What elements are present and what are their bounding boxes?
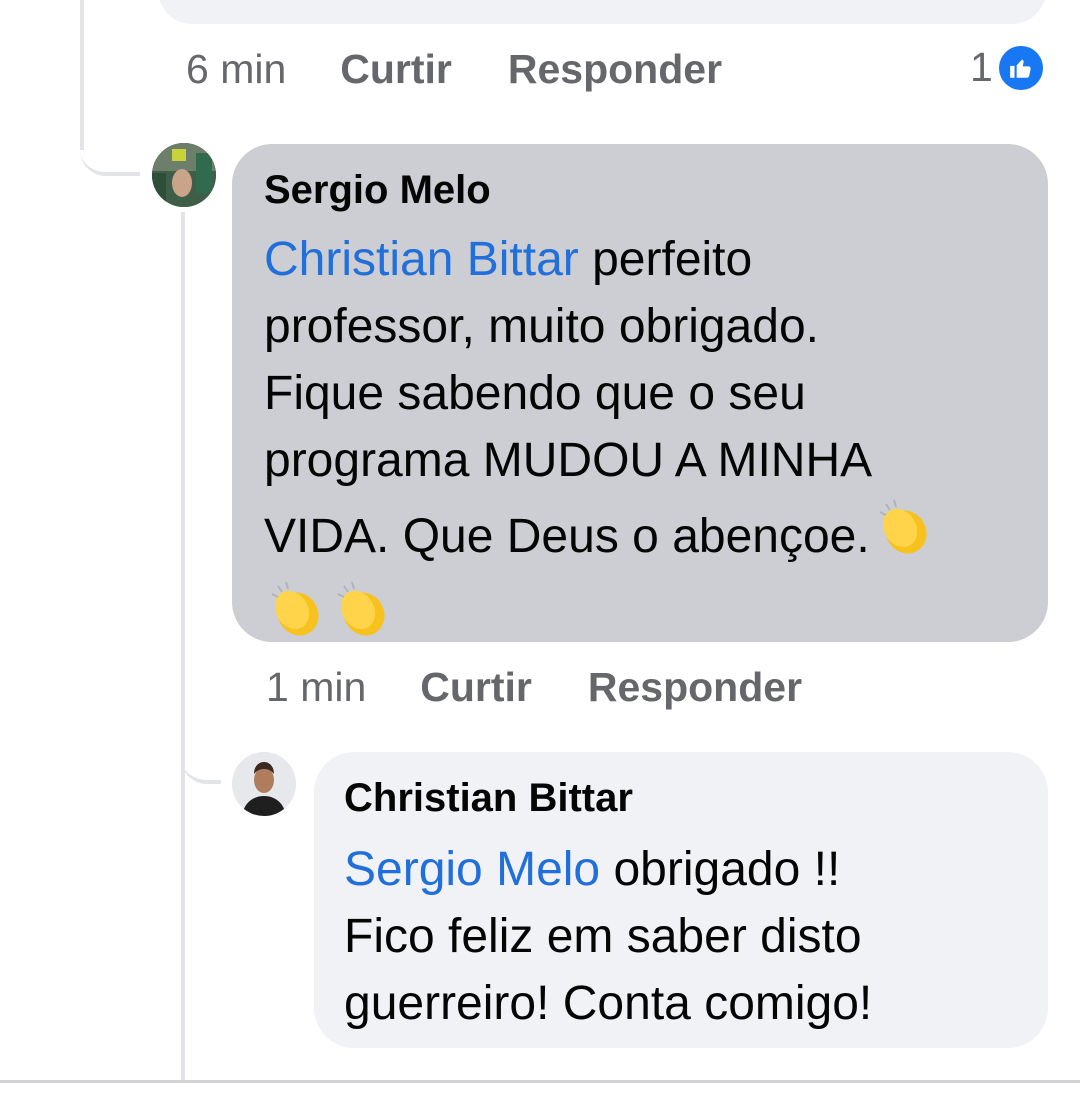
previous-comment-bubble [158,0,1046,24]
avatar-sergio-melo[interactable] [152,143,216,207]
previous-comment-actions: 6 min Curtir Responder [186,46,722,93]
thumbs-up-icon [998,45,1043,90]
like-button[interactable]: Curtir [340,46,452,93]
like-button[interactable]: Curtir [420,664,532,711]
comment-actions-sergio-melo: 1 min Curtir Responder [266,664,802,711]
comment-author[interactable]: Sergio Melo [264,168,491,213]
comment-text: Christian Bittar perfeito professor, mui… [264,226,1034,643]
reply-button[interactable]: Responder [508,46,722,93]
reaction-summary[interactable]: 1 [970,44,1043,91]
clapping-hands-icon [330,576,394,658]
avatar-christian-bittar[interactable] [232,752,296,816]
comment-time: 6 min [186,46,287,92]
mention-link[interactable]: Christian Bittar [264,233,579,286]
thread-curve-outer [80,120,140,176]
comment-text-line: programa MUDOU A MINHA [264,434,873,487]
comment-text-line: guerreiro! Conta comigo! [344,977,873,1030]
thread-line-inner [181,212,185,1092]
reply-button[interactable]: Responder [588,664,802,711]
comment-time: 1 min [266,664,367,710]
comment-text-line: Fico feliz em saber disto [344,910,862,963]
bottom-divider [0,1080,1080,1095]
clapping-hands-icon [264,576,328,658]
comment-text-line: obrigado !! [600,843,841,896]
comment-text-line: VIDA. Que Deus o abençoe. [264,510,870,563]
reaction-count: 1 [970,44,993,90]
mention-link[interactable]: Sergio Melo [344,843,600,896]
clapping-hands-icon [872,494,936,576]
comment-text-line: perfeito [578,233,753,286]
comment-author[interactable]: Christian Bittar [344,776,633,821]
comment-text-line: Fique sabendo que o seu [264,367,806,420]
thread-curve-inner [181,730,221,784]
comment-text-line: professor, muito obrigado. [264,300,819,353]
comment-text: Sergio Melo obrigado !! Fico feliz em sa… [344,836,1034,1037]
